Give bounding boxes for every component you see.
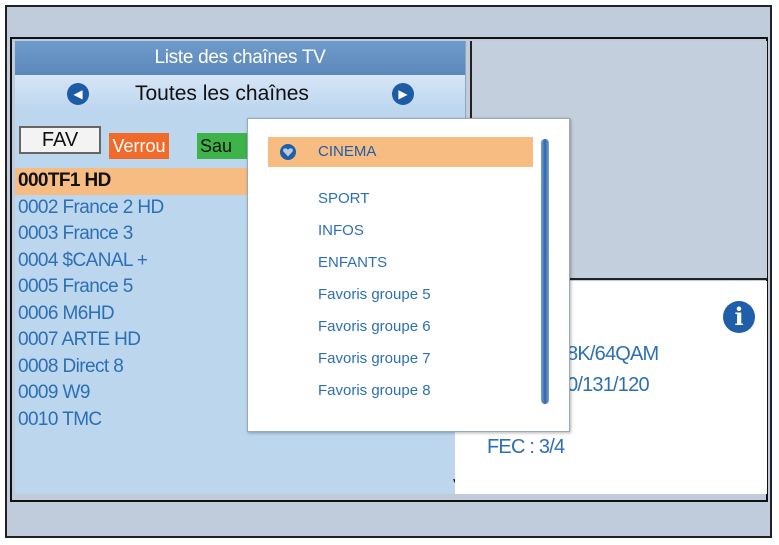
modulation-info: 8K/64QAM xyxy=(567,343,659,365)
fec-info: FEC : 3/4 xyxy=(487,436,565,458)
popup-item-enfants[interactable]: ENFANTS xyxy=(268,248,533,278)
channel-list-title: Liste des chaînes TV xyxy=(15,41,465,75)
popup-item-favoris-5[interactable]: Favoris groupe 5 xyxy=(268,280,533,310)
fav-button[interactable]: FAV xyxy=(19,126,101,154)
arrow-left-icon[interactable]: ◀ xyxy=(67,83,89,105)
arrow-right-icon[interactable]: ▶ xyxy=(392,83,414,105)
favorites-group-popup: CINEMA SPORT INFOS ENFANTS Favoris group… xyxy=(247,118,570,432)
popup-item-cinema[interactable]: CINEMA xyxy=(268,137,533,167)
popup-item-favoris-7[interactable]: Favoris groupe 7 xyxy=(268,344,533,374)
category-label: Toutes les chaînes xyxy=(135,82,309,105)
popup-item-label: CINEMA xyxy=(318,143,377,160)
heart-icon xyxy=(280,144,296,160)
pid-info: 0/131/120 xyxy=(567,374,650,396)
popup-item-favoris-6[interactable]: Favoris groupe 6 xyxy=(268,312,533,342)
info-icon[interactable]: i xyxy=(723,301,755,333)
popup-scrollbar[interactable] xyxy=(541,139,549,404)
popup-item-sport[interactable]: SPORT xyxy=(268,184,533,214)
popup-item-favoris-8[interactable]: Favoris groupe 8 xyxy=(268,376,533,406)
category-selector[interactable]: ◀ Toutes les chaînes ▶ xyxy=(15,75,465,111)
popup-item-infos[interactable]: INFOS xyxy=(268,216,533,246)
lock-button[interactable]: Verrou xyxy=(109,133,169,159)
